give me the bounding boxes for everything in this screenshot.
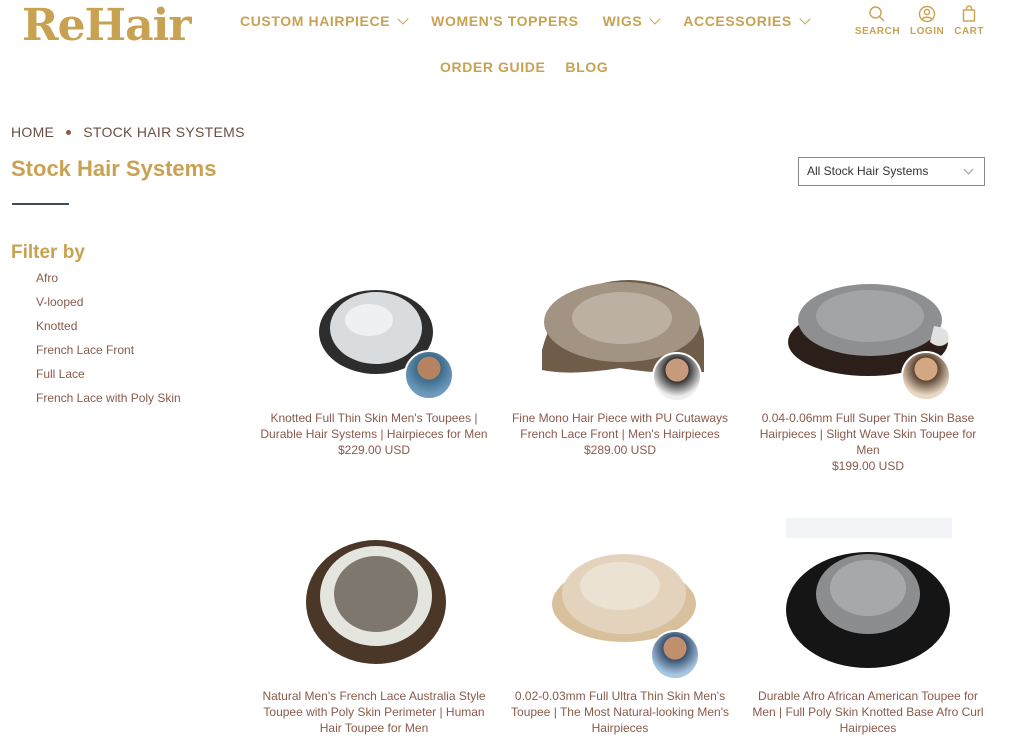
search-button[interactable]: SEARCH [855, 5, 900, 37]
avatar [652, 352, 702, 402]
nav-blog[interactable]: BLOG [565, 59, 608, 75]
product-price: $289.00 USD [583, 443, 657, 457]
nav-custom-hairpiece[interactable]: CUSTOM HAIRPIECE [240, 12, 409, 29]
breadcrumb-current: STOCK HAIR SYSTEMS [83, 124, 245, 140]
cart-button[interactable]: CART [954, 5, 984, 37]
collection-select-value: All Stock Hair Systems [807, 164, 929, 178]
product-name[interactable]: Durable Afro African American Toupee for… [748, 688, 988, 736]
search-label: SEARCH [854, 26, 901, 37]
product-card[interactable]: 0.02-0.03mm Full Ultra Thin Skin Men's T… [500, 536, 740, 736]
breadcrumb: HOME STOCK HAIR SYSTEMS [11, 124, 245, 140]
nav-label: CUSTOM HAIRPIECE [240, 13, 391, 29]
utility-links: SEARCH LOGIN CART [855, 5, 984, 37]
bag-icon [962, 5, 976, 22]
nav-label: WOMEN'S TOPPERS [431, 13, 579, 29]
nav-womens-toppers[interactable]: WOMEN'S TOPPERS [431, 13, 578, 29]
nav-label: ACCESSORIES [683, 13, 792, 29]
product-image[interactable] [748, 518, 988, 688]
product-price: $229.00 USD [337, 443, 411, 457]
hairpiece-image [319, 290, 433, 374]
product-name[interactable]: Natural Men's French Lace Australia Styl… [254, 688, 494, 736]
nav-label: WIGS [602, 13, 643, 29]
login-label: LOGIN [910, 26, 945, 37]
product-image[interactable] [254, 536, 494, 688]
hairpiece-image [786, 518, 952, 668]
product-card[interactable]: Natural Men's French Lace Australia Styl… [254, 536, 494, 736]
login-button[interactable]: LOGIN [910, 5, 944, 37]
filter-heading: Filter by [11, 242, 85, 263]
chevron-down-icon [799, 12, 811, 25]
user-icon [918, 5, 936, 23]
chevron-down-icon [963, 164, 974, 175]
breadcrumb-home[interactable]: HOME [11, 124, 54, 140]
product-card[interactable]: Fine Mono Hair Piece with PU Cutaways Fr… [500, 280, 740, 458]
filter-list: Afro V-looped Knotted French Lace Front … [36, 271, 181, 415]
product-name[interactable]: Fine Mono Hair Piece with PU Cutaways Fr… [500, 410, 740, 442]
main-nav: CUSTOM HAIRPIECE WOMEN'S TOPPERS WIGS AC… [240, 12, 811, 29]
breadcrumb-separator [66, 129, 72, 135]
nav-accessories[interactable]: ACCESSORIES [683, 12, 811, 29]
product-image[interactable] [254, 280, 494, 410]
search-icon [869, 6, 885, 22]
chevron-down-icon [649, 12, 661, 25]
product-name[interactable]: Knotted Full Thin Skin Men's Toupees | D… [254, 410, 494, 442]
product-image[interactable] [500, 280, 740, 410]
filter-item-full-lace[interactable]: Full Lace [36, 367, 181, 391]
product-card[interactable]: 0.04-0.06mm Full Super Thin Skin Base Ha… [748, 280, 988, 474]
hairpiece-image [552, 554, 696, 642]
title-divider [12, 203, 69, 205]
product-card[interactable]: Knotted Full Thin Skin Men's Toupees | D… [254, 280, 494, 458]
nav-order-guide[interactable]: ORDER GUIDE [440, 59, 545, 75]
filter-item-knotted[interactable]: Knotted [36, 319, 181, 343]
avatar [650, 630, 700, 680]
nav-wigs[interactable]: WIGS [602, 12, 661, 29]
hairpiece-image [306, 540, 446, 664]
cart-label: CART [954, 26, 984, 37]
filter-item-french-lace-front[interactable]: French Lace Front [36, 343, 181, 367]
product-name[interactable]: 0.02-0.03mm Full Ultra Thin Skin Men's T… [500, 688, 740, 736]
avatar [901, 351, 951, 401]
product-image[interactable] [500, 536, 740, 688]
product-card[interactable]: Durable Afro African American Toupee for… [748, 518, 988, 736]
chevron-down-icon [397, 12, 409, 25]
page-title: Stock Hair Systems [11, 156, 217, 181]
product-image[interactable] [748, 280, 988, 410]
collection-select[interactable]: All Stock Hair Systems [798, 157, 985, 186]
logo[interactable]: ReHair [22, 0, 192, 51]
filter-item-french-lace-poly-skin[interactable]: French Lace with Poly Skin [36, 391, 181, 415]
secondary-nav: ORDER GUIDE BLOG [440, 59, 608, 75]
avatar [404, 350, 454, 400]
filter-item-v-looped[interactable]: V-looped [36, 295, 181, 319]
product-price: $199.00 USD [831, 459, 905, 473]
hairpiece-image [542, 280, 704, 373]
hairpiece-image [788, 284, 949, 376]
product-name[interactable]: 0.04-0.06mm Full Super Thin Skin Base Ha… [748, 410, 988, 458]
filter-item-afro[interactable]: Afro [36, 271, 181, 295]
